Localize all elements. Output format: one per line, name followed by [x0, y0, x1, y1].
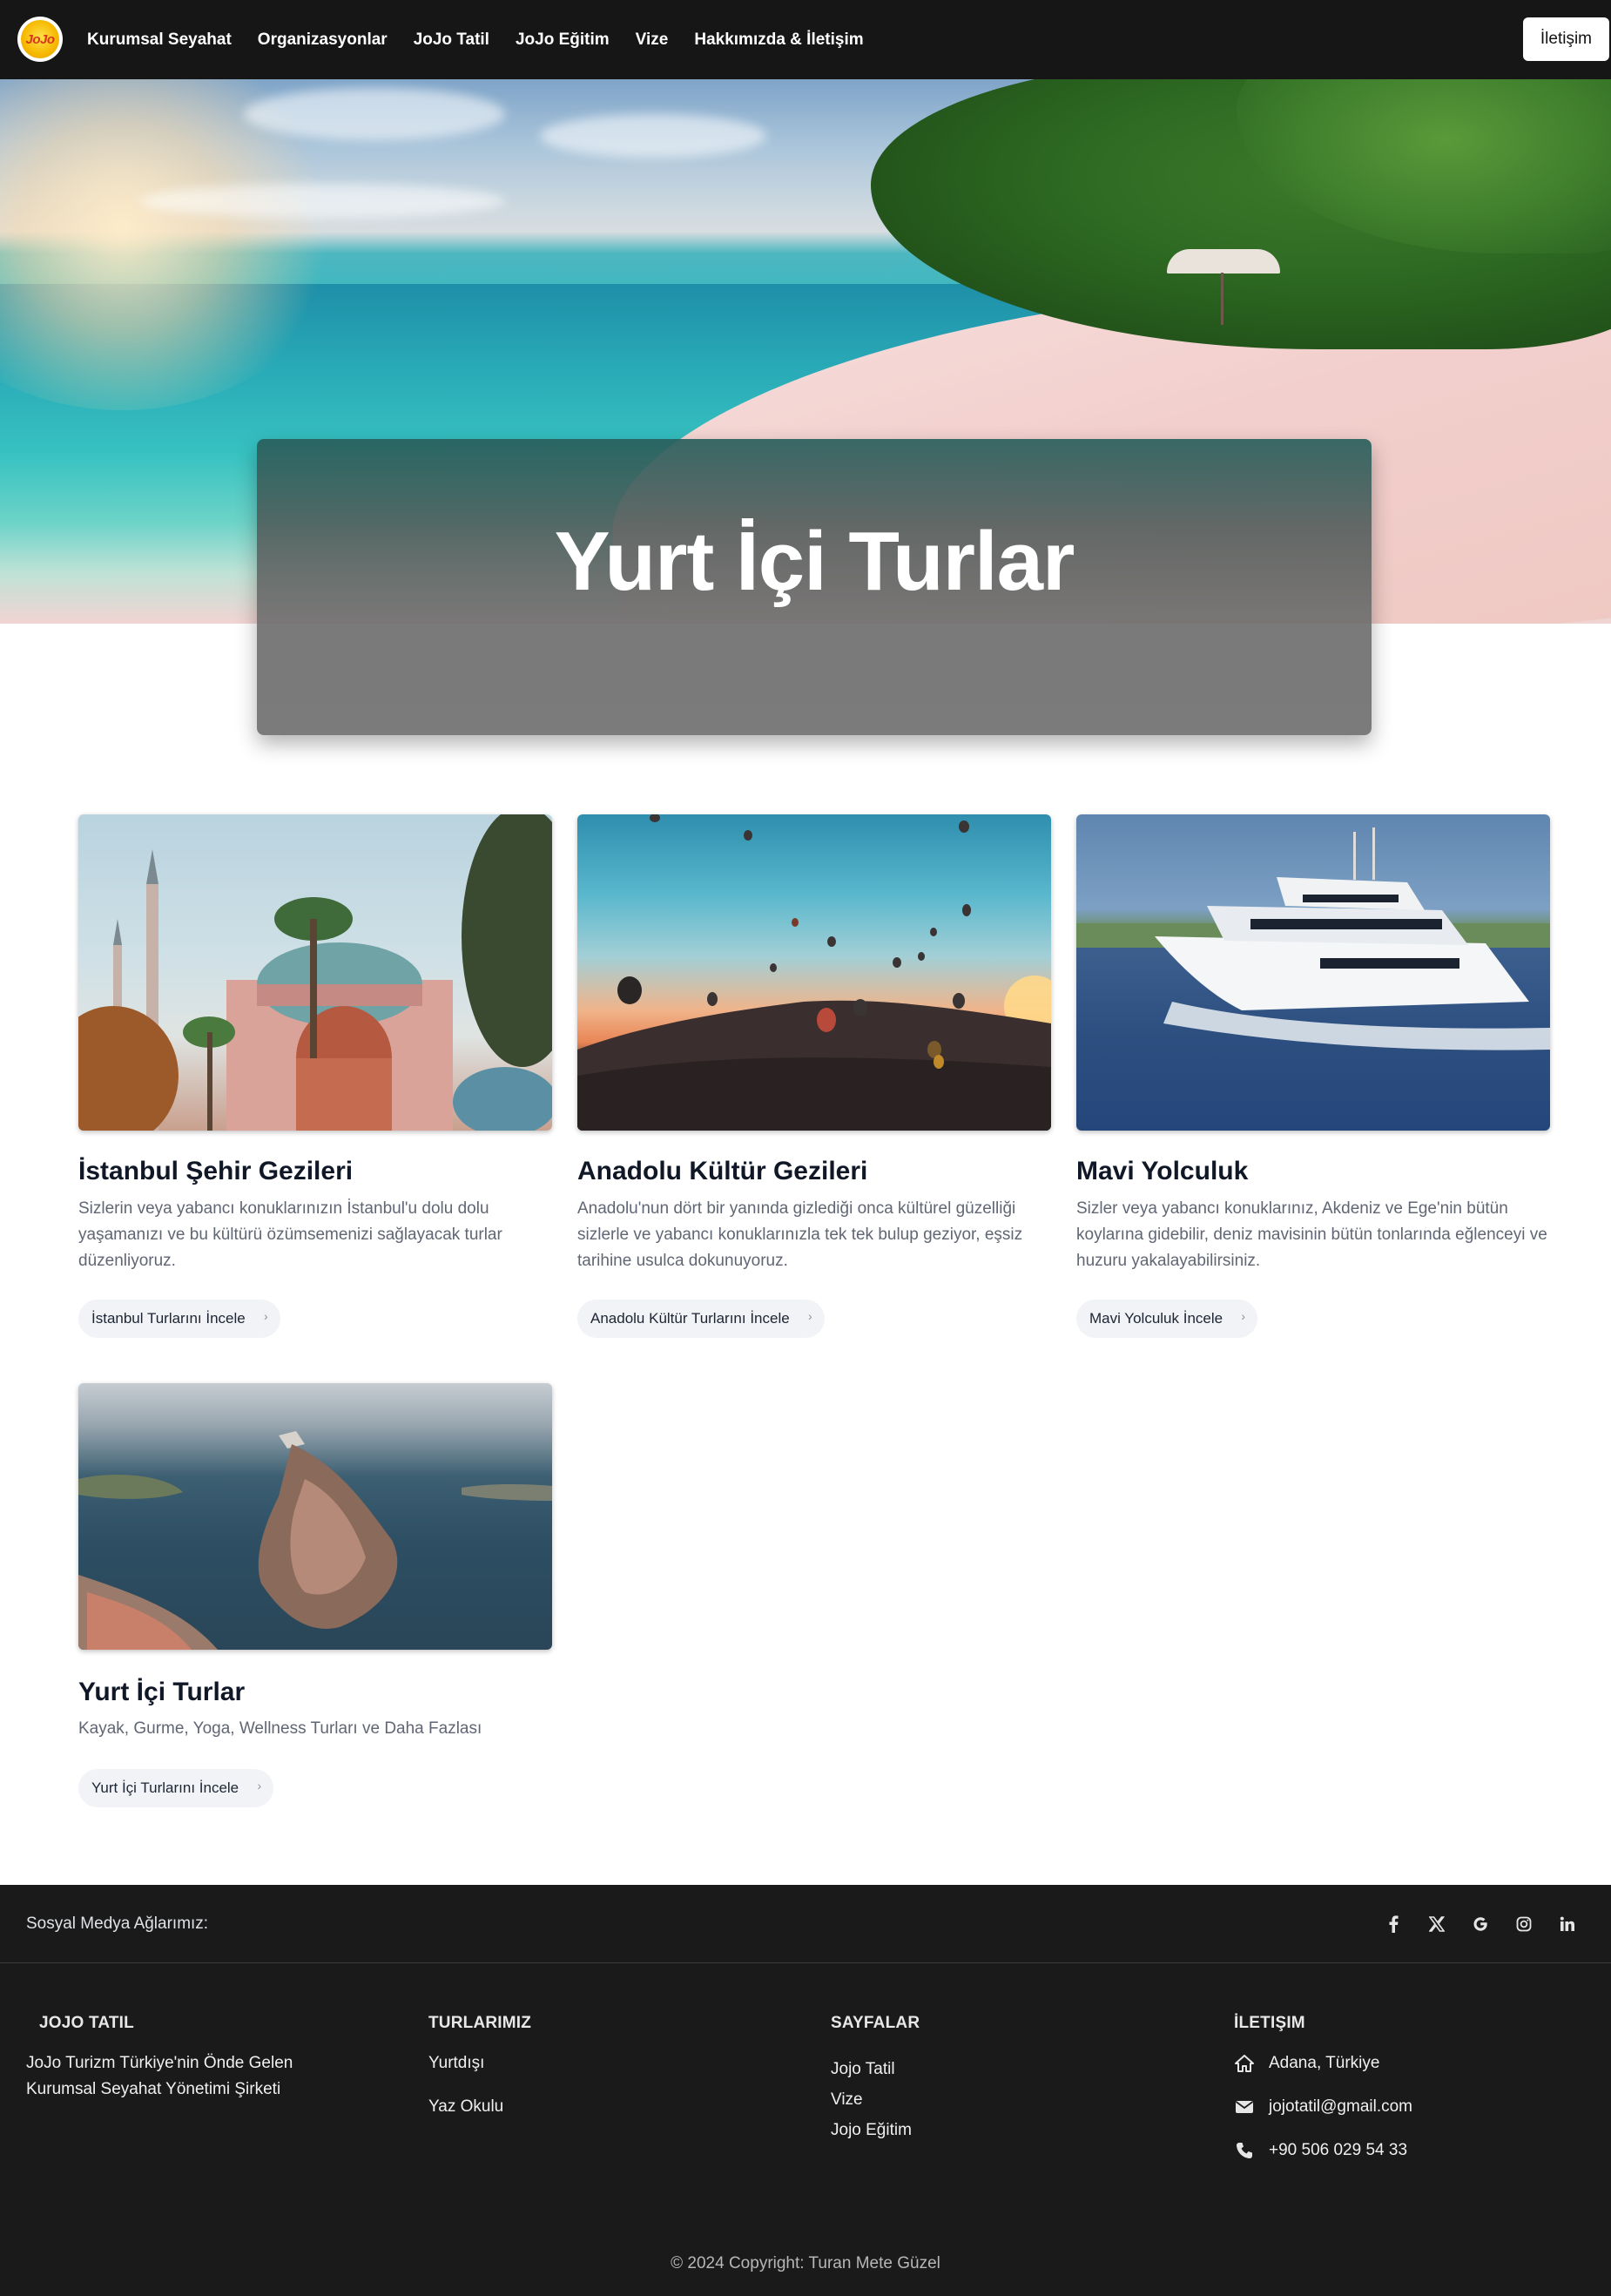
footer: Sosyal Medya Ağlarımız: JOJO TATIL JoJo …	[0, 1885, 1611, 2296]
card-title: İstanbul Şehir Gezileri	[78, 1157, 354, 1185]
card-description: Anadolu'nun dört bir yanında gizlediği o…	[577, 1199, 1023, 1270]
hero-cloud	[540, 114, 766, 158]
nav-link-kurumsal-seyahat[interactable]: Kurumsal Seyahat	[87, 30, 232, 50]
chevron-right-icon: ›	[264, 1309, 268, 1323]
anadolu-tours-button[interactable]: Anadolu Kültür Turlarını İncele ›	[577, 1300, 825, 1338]
tour-card-mavi-yolculuk: Mavi Yolculuk Sizler veya yabancı konukl…	[1076, 814, 1550, 1338]
nav-link-vize[interactable]: Vize	[636, 30, 669, 50]
social-media-bar: Sosyal Medya Ağlarımız:	[0, 1885, 1611, 1963]
istanbul-photo	[78, 814, 552, 1131]
nav-link-hakkimizda-iletisim[interactable]: Hakkımızda & İletişim	[694, 30, 863, 50]
tour-card-yurt-ici: Yurt İçi Turlar Kayak, Gurme, Yoga, Well…	[78, 1383, 552, 1819]
footer-brand-text: JoJo Turizm Türkiye'nin Önde Gelen Kurum…	[26, 2054, 293, 2098]
card-title: Mavi Yolculuk	[1076, 1157, 1249, 1185]
card-title: Anadolu Kültür Gezileri	[577, 1157, 868, 1185]
footer-link-vize[interactable]: Vize	[831, 2084, 1092, 2115]
navbar: JoJo Kurumsal Seyahat Organizasyonlar Jo…	[0, 0, 1611, 79]
footer-link-yurtdisi[interactable]: Yurtdışı	[428, 2054, 690, 2073]
footer-heading: JOJO TATIL	[39, 2014, 134, 2032]
amasra-photo	[78, 1383, 552, 1650]
button-label: Mavi Yolculuk İncele	[1089, 1310, 1223, 1327]
peninsula-illustration	[78, 1431, 552, 1650]
footer-heading: SAYFALAR	[831, 2014, 920, 2032]
yacht-illustration	[1076, 827, 1550, 1050]
hero-cloud	[244, 88, 505, 140]
button-label: İstanbul Turlarını İncele	[91, 1310, 246, 1327]
card-description: Sizler veya yabancı konuklarınız, Akdeni…	[1076, 1199, 1547, 1270]
button-label: Yurt İçi Turlarını İncele	[91, 1779, 239, 1796]
card-title: Yurt İçi Turlar	[78, 1678, 246, 1706]
yacht-photo	[1076, 814, 1550, 1131]
footer-link-yaz-okulu[interactable]: Yaz Okulu	[428, 2097, 690, 2117]
footer-brand-column: JOJO TATIL JoJo Turizm Türkiye'nin Önde …	[26, 2014, 340, 2103]
tour-card-istanbul: İstanbul Şehir Gezileri Sizlerin veya ya…	[78, 814, 552, 1338]
hero-title-box: Yurt İçi Turlar	[257, 439, 1372, 735]
button-label: Anadolu Kültür Turlarını İncele	[590, 1310, 790, 1327]
x-icon[interactable]	[1415, 1911, 1459, 1937]
contact-button[interactable]: İletişim	[1522, 17, 1609, 61]
envelope-icon	[1234, 2097, 1255, 2117]
social-media-label: Sosyal Medya Ağlarımız:	[26, 1914, 209, 1933]
balloons-illustration	[577, 814, 1051, 1131]
nav-link-jojo-tatil[interactable]: JoJo Tatil	[414, 30, 489, 50]
chevron-right-icon: ›	[808, 1309, 812, 1323]
cappadocia-photo	[577, 814, 1051, 1131]
beach-umbrella	[1167, 249, 1280, 273]
card-description: Kayak, Gurme, Yoga, Wellness Turları ve …	[78, 1719, 482, 1738]
logo-mark: JoJo	[21, 20, 59, 58]
footer-tours-column: TURLARIMIZ Yurtdışı Yaz Okulu	[428, 2014, 690, 2117]
hagia-sophia-illustration	[78, 814, 552, 1131]
home-icon	[1234, 2053, 1255, 2074]
copyright-text: © 2024 Copyright: Turan Mete Güzel	[671, 2254, 940, 2272]
footer-heading: İLETIŞIM	[1234, 2014, 1305, 2032]
brand-logo[interactable]: JoJo	[17, 17, 63, 62]
footer-pages-column: SAYFALAR Jojo Tatil Vize Jojo Eğitim	[831, 2014, 1092, 2145]
contact-phone[interactable]: +90 506 029 54 33	[1234, 2137, 1582, 2164]
page-title: Yurt İçi Turlar	[554, 515, 1075, 608]
chevron-right-icon: ›	[1241, 1309, 1246, 1323]
social-icons	[1372, 1911, 1589, 1937]
main-nav: Kurumsal Seyahat Organizasyonlar JoJo Ta…	[87, 0, 890, 79]
footer-link-jojo-egitim[interactable]: Jojo Eğitim	[831, 2115, 1092, 2145]
footer-link-jojo-tatil[interactable]: Jojo Tatil	[831, 2054, 1092, 2084]
nav-link-jojo-egitim[interactable]: JoJo Eğitim	[516, 30, 610, 50]
contact-email[interactable]: jojotatil@gmail.com	[1234, 2094, 1582, 2120]
nav-link-organizasyonlar[interactable]: Organizasyonlar	[258, 30, 388, 50]
chevron-right-icon: ›	[257, 1779, 262, 1793]
card-description: Sizlerin veya yabancı konuklarınızın İst…	[78, 1199, 502, 1270]
yurt-ici-tours-button[interactable]: Yurt İçi Turlarını İncele ›	[78, 1769, 274, 1807]
google-icon[interactable]	[1459, 1911, 1502, 1937]
facebook-icon[interactable]	[1372, 1911, 1415, 1937]
mavi-yolculuk-button[interactable]: Mavi Yolculuk İncele ›	[1076, 1300, 1258, 1338]
footer-contact-column: İLETIŞIM Adana, Türkiye jojotatil@gmail.…	[1234, 2014, 1582, 2164]
tour-card-anadolu: Anadolu Kültür Gezileri Anadolu'nun dört…	[577, 814, 1051, 1338]
beach-umbrella-pole	[1221, 273, 1223, 325]
linkedin-icon[interactable]	[1546, 1911, 1589, 1937]
istanbul-tours-button[interactable]: İstanbul Turlarını İncele ›	[78, 1300, 280, 1338]
instagram-icon[interactable]	[1502, 1911, 1546, 1937]
footer-heading: TURLARIMIZ	[428, 2014, 532, 2032]
hero-cloud	[139, 184, 505, 219]
contact-address: Adana, Türkiye	[1234, 2050, 1582, 2077]
phone-icon	[1234, 2140, 1255, 2161]
